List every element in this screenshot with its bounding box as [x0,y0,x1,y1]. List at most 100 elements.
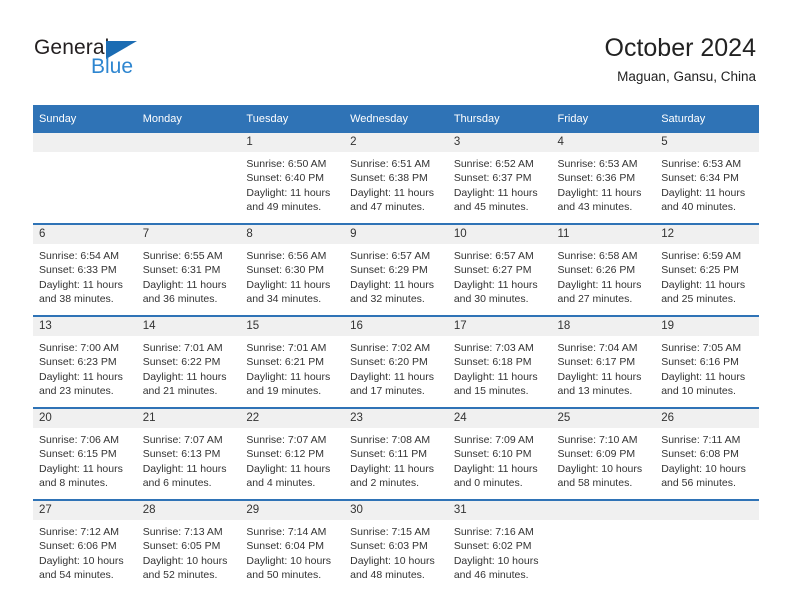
daylight-text-line2: and 34 minutes. [246,293,322,306]
day-details: Sunrise: 6:54 AM Sunset: 6:33 PM Daylight:… [33,244,137,307]
day-cell[interactable]: 5 Sunrise: 6:53 AM Sunset: 6:34 PM Daylight… [655,133,759,224]
day-number: 15 [240,317,345,336]
day-cell[interactable]: 4 Sunrise: 6:53 AM Sunset: 6:36 PM Daylight… [551,133,656,224]
day-cell[interactable]: 11 Sunrise: 6:58 AM Sunset: 6:26 PM Dayligh… [551,223,656,316]
daylight-text-line1: Daylight: 11 hours [39,370,123,383]
daylight-text-line1: Daylight: 11 hours [350,370,434,383]
weekday-header-friday: Friday [551,105,656,133]
day-cell[interactable]: 15 Sunrise: 7:01 AM Sunset: 6:21 PM Dayligh… [240,315,345,408]
sunset-text: Sunset: 6:09 PM [557,448,636,461]
day-cell[interactable]: 23 Sunrise: 7:08 AM Sunset: 6:11 PM Dayligh… [344,407,448,500]
title-block: October 2024 Maguan, Gansu, China [605,32,757,87]
daylight-text-line1: Daylight: 10 hours [350,554,435,567]
day-cell[interactable]: 22 Sunrise: 7:07 AM Sunset: 6:12 PM Dayligh… [240,407,345,500]
day-cell[interactable]: 2 Sunrise: 6:51 AM Sunset: 6:38 PM Daylight… [344,133,448,224]
calendar-week-row: 20 Sunrise: 7:06 AM Sunset: 6:15 PM Dayligh… [33,407,759,500]
day-number: 24 [447,409,552,428]
day-details: Sunrise: 7:14 AM Sunset: 6:04 PM Daylight:… [240,520,344,583]
day-cell[interactable]: 16 Sunrise: 7:02 AM Sunset: 6:20 PM Dayligh… [344,315,448,408]
day-number: 19 [655,317,759,336]
day-cell[interactable]: 8 Sunrise: 6:56 AM Sunset: 6:30 PM Daylight… [240,223,345,316]
sunrise-text: Sunrise: 6:50 AM [246,158,327,170]
day-details: Sunrise: 7:01 AM Sunset: 6:21 PM Daylight:… [240,336,344,399]
daylight-text-line2: and 27 minutes. [557,293,633,306]
day-number: 3 [447,133,552,152]
day-number: 13 [33,317,137,336]
day-cell[interactable]: 19 Sunrise: 7:05 AM Sunset: 6:16 PM Dayligh… [655,315,759,408]
sunset-text: Sunset: 6:05 PM [142,540,221,553]
day-cell[interactable]: 14 Sunrise: 7:01 AM Sunset: 6:22 PM Dayligh… [136,315,241,408]
day-details: Sunrise: 6:52 AM Sunset: 6:37 PM Daylight:… [448,152,552,215]
day-cell[interactable]: 28 Sunrise: 7:13 AM Sunset: 6:05 PM Dayligh… [136,499,241,591]
daylight-text-line2: and 54 minutes. [39,569,114,582]
calendar-table: Sunday Monday Tuesday Wednesday Thursday… [33,105,759,591]
day-number [551,501,656,520]
day-cell[interactable]: 3 Sunrise: 6:52 AM Sunset: 6:37 PM Daylight… [447,133,552,224]
day-cell[interactable]: 31 Sunrise: 7:16 AM Sunset: 6:02 PM Dayligh… [447,499,552,591]
day-details: Sunrise: 7:01 AM Sunset: 6:22 PM Daylight:… [137,336,241,399]
day-details: Sunrise: 6:57 AM Sunset: 6:29 PM Daylight:… [344,244,448,307]
day-cell[interactable]: 13 Sunrise: 7:00 AM Sunset: 6:23 PM Dayligh… [33,315,137,408]
day-cell[interactable]: 12 Sunrise: 6:59 AM Sunset: 6:25 PM Dayligh… [655,223,759,316]
sunset-text: Sunset: 6:34 PM [661,172,739,185]
general-blue-logo[interactable]: General Blue [34,36,214,84]
daylight-text-line1: Daylight: 10 hours [142,554,228,567]
daylight-text-line1: Daylight: 11 hours [557,186,642,199]
calendar-week-row: 13 Sunrise: 7:00 AM Sunset: 6:23 PM Dayligh… [33,315,759,408]
sunset-text: Sunset: 6:02 PM [453,540,532,553]
daylight-text-line2: and 32 minutes. [350,293,425,306]
day-cell[interactable]: 25 Sunrise: 7:10 AM Sunset: 6:09 PM Dayligh… [551,407,656,500]
day-number: 31 [447,501,552,520]
sunrise-text: Sunrise: 6:58 AM [557,250,638,262]
day-cell[interactable]: 20 Sunrise: 7:06 AM Sunset: 6:15 PM Dayligh… [33,407,137,500]
day-cell[interactable]: 29 Sunrise: 7:14 AM Sunset: 6:04 PM Dayligh… [240,499,345,591]
sunset-text: Sunset: 6:08 PM [661,448,739,461]
day-details: Sunrise: 7:11 AM Sunset: 6:08 PM Daylight:… [655,428,759,491]
daylight-text-line2: and 50 minutes. [246,569,322,582]
day-cell[interactable]: 24 Sunrise: 7:09 AM Sunset: 6:10 PM Dayligh… [447,407,552,500]
daylight-text-line2: and 13 minutes. [557,385,633,398]
weekday-header-wednesday: Wednesday [344,105,448,133]
daylight-text-line2: and 0 minutes. [453,477,523,490]
day-cell[interactable]: 1 Sunrise: 6:50 AM Sunset: 6:40 PM Daylight… [240,133,345,224]
sunset-text: Sunset: 6:21 PM [246,356,325,369]
day-cell[interactable]: 7 Sunrise: 6:55 AM Sunset: 6:31 PM Daylight… [136,223,241,316]
day-cell[interactable]: 21 Sunrise: 7:07 AM Sunset: 6:13 PM Dayligh… [136,407,241,500]
sunrise-text: Sunrise: 7:15 AM [350,526,431,538]
sunset-text: Sunset: 6:13 PM [142,448,221,461]
day-cell[interactable]: 27 Sunrise: 7:12 AM Sunset: 6:06 PM Dayligh… [33,499,137,591]
day-details: Sunrise: 6:53 AM Sunset: 6:34 PM Daylight:… [655,152,759,215]
day-number: 30 [344,501,448,520]
day-cell[interactable]: 17 Sunrise: 7:03 AM Sunset: 6:18 PM Dayligh… [447,315,552,408]
day-number: 23 [344,409,448,428]
sunrise-text: Sunrise: 7:01 AM [246,342,327,354]
day-number: 7 [136,225,241,244]
daylight-text-line1: Daylight: 10 hours [661,462,746,475]
daylight-text-line1: Daylight: 11 hours [246,462,331,475]
sunrise-text: Sunrise: 7:14 AM [246,526,327,538]
day-number: 12 [655,225,759,244]
daylight-text-line1: Daylight: 11 hours [39,278,123,291]
daylight-text-line1: Daylight: 10 hours [557,462,643,475]
sunrise-text: Sunrise: 7:01 AM [142,342,223,354]
sunset-text: Sunset: 6:04 PM [246,540,325,553]
day-cell[interactable]: 9 Sunrise: 6:57 AM Sunset: 6:29 PM Daylight… [344,223,448,316]
daylight-text-line1: Daylight: 10 hours [39,554,124,567]
day-cell[interactable]: 10 Sunrise: 6:57 AM Sunset: 6:27 PM Dayligh… [447,223,552,316]
day-cell[interactable]: 18 Sunrise: 7:04 AM Sunset: 6:17 PM Dayligh… [551,315,656,408]
sunset-text: Sunset: 6:22 PM [142,356,221,369]
day-cell[interactable]: 26 Sunrise: 7:11 AM Sunset: 6:08 PM Dayligh… [655,407,759,500]
sunrise-text: Sunrise: 6:57 AM [453,250,534,262]
day-number: 10 [447,225,552,244]
daylight-text-line2: and 6 minutes. [142,477,212,490]
day-details: Sunrise: 6:50 AM Sunset: 6:40 PM Daylight:… [240,152,344,215]
daylight-text-line2: and 47 minutes. [350,201,425,214]
day-number: 21 [136,409,241,428]
day-details: Sunrise: 7:13 AM Sunset: 6:05 PM Daylight:… [137,520,241,583]
day-cell[interactable]: 6 Sunrise: 6:54 AM Sunset: 6:33 PM Daylight… [33,223,137,316]
day-details: Sunrise: 6:58 AM Sunset: 6:26 PM Daylight:… [552,244,656,307]
sunrise-text: Sunrise: 7:07 AM [246,434,327,446]
day-cell[interactable]: 30 Sunrise: 7:15 AM Sunset: 6:03 PM Dayligh… [344,499,448,591]
logo-text-blue: Blue [91,55,134,78]
daylight-text-line2: and 10 minutes. [661,385,736,398]
